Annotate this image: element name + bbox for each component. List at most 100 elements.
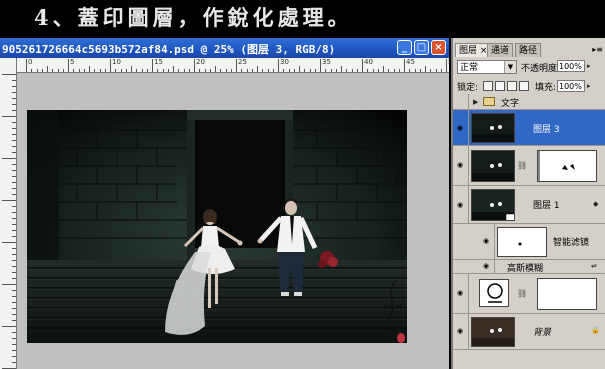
document-titlebar[interactable]: 905261726664c5693b572af84.psd @ 25% (图层 … [0, 38, 449, 58]
filter-gaussian-blur[interactable]: ◉ 高斯模糊 ⇌ [453, 260, 605, 274]
eye-icon: ◉ [457, 289, 464, 297]
visibility-toggle[interactable] [455, 94, 469, 109]
ruler-minor-tick [199, 69, 201, 72]
minimize-button[interactable]: _ [397, 40, 412, 55]
visibility-toggle[interactable]: ◉ [455, 274, 469, 313]
fill-slider-arrow-icon[interactable]: ▸ [587, 82, 591, 90]
layer-thumbnail [471, 189, 515, 221]
ruler-minor-tick [293, 69, 295, 72]
ruler-minor-tick [204, 69, 206, 72]
layer-3[interactable]: ◉ 图层 3 [453, 110, 605, 146]
filter-name: 高斯模糊 [507, 264, 544, 274]
tab-paths[interactable]: 路径 [515, 43, 542, 57]
layer-name: 背景 [533, 328, 552, 338]
layer-name: 文字 [501, 99, 520, 109]
lock-transparency-icon[interactable] [483, 81, 493, 91]
ruler-minor-tick [435, 69, 437, 72]
ruler-tick [12, 272, 16, 273]
filter-options-icon[interactable]: ⇌ [591, 262, 597, 270]
smart-filters-row[interactable]: ◉ 智能滤镜 [453, 224, 605, 260]
ruler-tick-label: 30 [280, 58, 289, 66]
ruler-minor-tick [57, 69, 59, 72]
ruler-major-tick [362, 59, 363, 72]
layer-background[interactable]: ◉ 背景 🔒 [453, 314, 605, 350]
blend-mode-select[interactable]: 正常 ▼ [457, 60, 517, 74]
ruler-tick [12, 218, 16, 219]
layers-panel[interactable]: 图层 × 通道 路径 ▸≡ 正常 ▼ 不透明度: 100% ▸ 锁定: 填充: … [451, 38, 605, 369]
layer-group-text[interactable]: ▶ 文字 [453, 94, 605, 110]
opacity-slider-arrow-icon[interactable]: ▸ [587, 62, 591, 70]
visibility-toggle[interactable]: ◉ [455, 146, 469, 185]
visibility-toggle[interactable]: ◉ [455, 314, 469, 349]
ruler-minor-tick [372, 69, 374, 72]
ruler-tick [12, 296, 16, 297]
ruler-tick [12, 164, 16, 165]
tab-layers[interactable]: 图层 × [455, 43, 492, 57]
fill-input[interactable]: 100% [557, 80, 585, 92]
tab-channels[interactable]: 通道 [487, 43, 514, 57]
ruler-major-tick [194, 59, 195, 72]
tutorial-caption-bar: 4、蓋印圖層，作銳化處理。 [0, 0, 605, 38]
layer-masked[interactable]: ◉ ⛓ [453, 146, 605, 186]
layer-mask-thumbnail[interactable] [537, 278, 597, 310]
ruler-minor-tick [125, 69, 127, 72]
ruler-minor-tick [246, 69, 248, 72]
ruler-minor-tick [62, 69, 64, 72]
canvas-area[interactable] [17, 73, 449, 369]
ruler-minor-tick [220, 69, 222, 72]
lock-all-icon[interactable] [519, 81, 529, 91]
expand-arrow-icon[interactable]: ▶ [473, 98, 478, 106]
ruler-minor-tick [136, 69, 138, 72]
adjustment-layer[interactable]: ◉ ⛓ [453, 274, 605, 314]
ruler-minor-tick [414, 69, 416, 72]
eye-icon: ◉ [457, 327, 464, 335]
visibility-toggle[interactable]: ◉ [455, 186, 469, 223]
ruler-tick-label: 50 [448, 58, 449, 66]
ruler-major-tick [404, 59, 405, 72]
vertical-ruler[interactable] [0, 58, 17, 369]
ruler-tick [12, 248, 16, 249]
opacity-label: 不透明度: [521, 64, 561, 74]
wedding-photo[interactable] [27, 110, 407, 343]
ruler-tick [12, 92, 16, 93]
panel-menu-icon[interactable]: ▸≡ [592, 45, 603, 54]
ruler-tick [12, 98, 16, 99]
ruler-minor-tick [304, 69, 306, 72]
ruler-tick [12, 350, 16, 351]
ruler-minor-tick [141, 69, 143, 72]
layers-list: ▶ 文字 ◉ 图层 3 ◉ ⛓ ◉ 图层 1 ◆ ◉ 智能滤镜 ◉ 高斯模糊 ⇌… [453, 94, 605, 369]
ruler-major-tick [110, 59, 111, 72]
tutorial-caption: 4、蓋印圖層，作銳化處理。 [34, 5, 353, 30]
visibility-toggle[interactable]: ◉ [455, 110, 469, 145]
smart-filter-mask-thumbnail[interactable] [497, 227, 547, 257]
ruler-minor-tick [356, 69, 358, 72]
ruler-tick [12, 332, 16, 333]
ruler-tick [2, 326, 16, 327]
link-chain-icon[interactable]: ⛓ [517, 289, 527, 298]
ruler-minor-tick [36, 69, 38, 72]
layer-mask-thumbnail[interactable] [537, 150, 597, 182]
visibility-toggle[interactable]: ◉ [481, 260, 495, 273]
ruler-minor-tick [47, 66, 48, 72]
opacity-input[interactable]: 100% [557, 60, 585, 72]
link-chain-icon[interactable]: ⛓ [517, 161, 527, 170]
ruler-major-tick [68, 59, 69, 72]
close-button[interactable]: × [431, 40, 446, 55]
fx-expand-icon[interactable]: ◆ [593, 200, 598, 208]
lock-move-icon[interactable] [507, 81, 517, 91]
ruler-tick [12, 188, 16, 189]
ruler-minor-tick [104, 69, 106, 72]
ruler-tick [12, 176, 16, 177]
ruler-tick [12, 356, 16, 357]
horizontal-ruler[interactable]: 0 5 10 15 20 25 30 35 40 45 50 [16, 58, 449, 73]
visibility-toggle[interactable]: ◉ [481, 224, 495, 259]
layer-thumbnail [471, 317, 515, 347]
maximize-button[interactable]: □ [414, 40, 429, 55]
layer-1[interactable]: ◉ 图层 1 ◆ [453, 186, 605, 224]
lock-paint-icon[interactable] [495, 81, 505, 91]
document-window[interactable]: 905261726664c5693b572af84.psd @ 25% (图层 … [0, 38, 449, 369]
ruler-tick [12, 182, 16, 183]
ruler-tick [2, 116, 16, 117]
ruler-major-tick [152, 59, 153, 72]
ruler-minor-tick [162, 69, 164, 72]
